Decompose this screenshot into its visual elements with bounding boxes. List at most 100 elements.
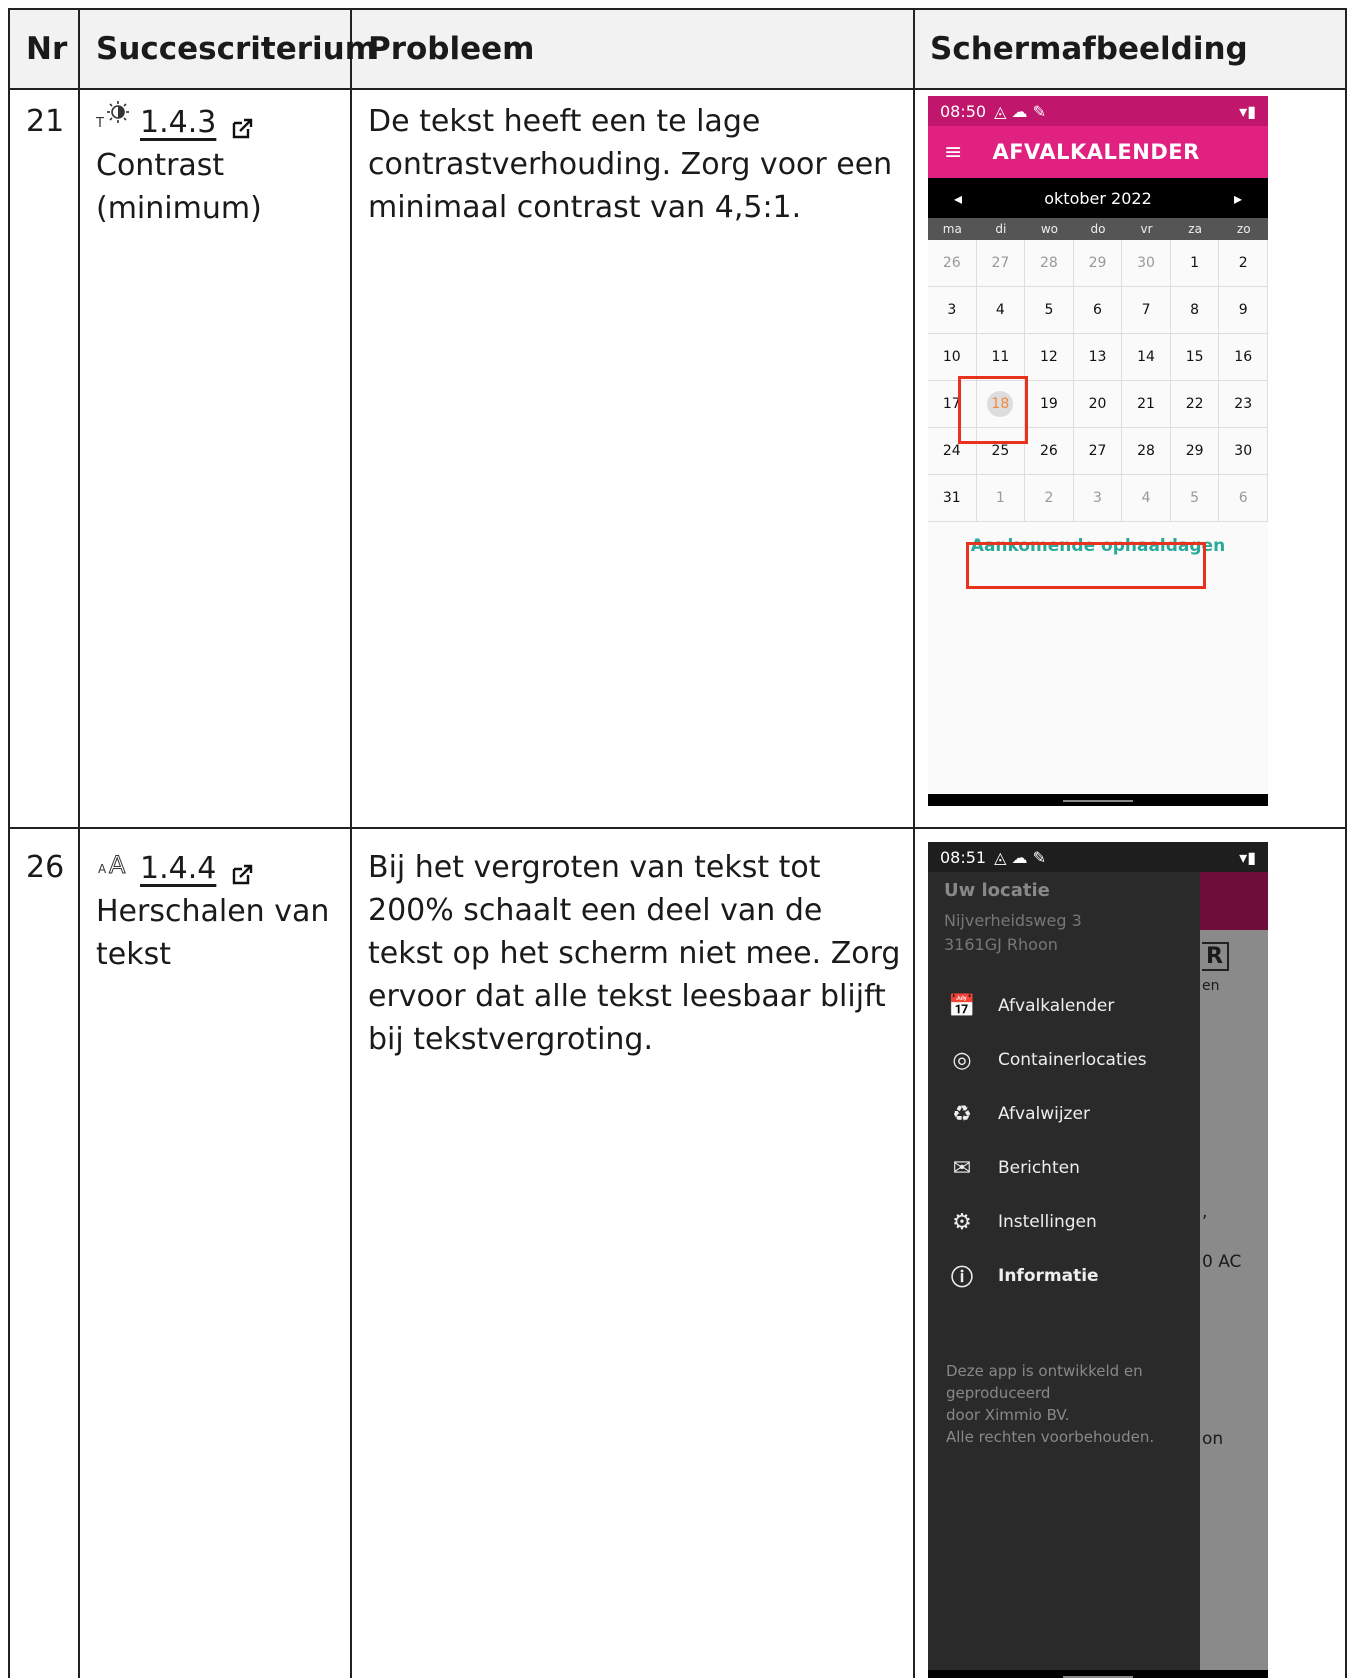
calendar-day[interactable]: 13 [1073,334,1123,381]
navigation-drawer: Uw locatie Nijverheidsweg 3 3161GJ Rhoon… [928,872,1200,1670]
system-nav-bar [928,1670,1268,1678]
calendar-day[interactable]: 3 [1073,475,1123,522]
calendar-day[interactable]: 16 [1219,334,1268,381]
text-resize-icon: AA [96,846,130,890]
calendar-day[interactable]: 23 [1219,381,1268,428]
status-icons: ◬ ☁ ✎ [994,101,1046,121]
calendar-day[interactable]: 30 [1219,428,1268,475]
drawer-item-label: Berichten [998,1158,1080,1178]
status-bar: 08:51 ◬ ☁ ✎ ▾▮ [928,842,1268,872]
svg-text:T: T [96,116,104,130]
calendar-day[interactable]: 29 [1170,428,1220,475]
weekday-label: vr [1140,222,1153,236]
criterion-name: Contrast [96,148,225,183]
external-link-icon[interactable] [230,856,254,885]
calendar-day[interactable]: 6 [1073,287,1123,334]
calendar-day[interactable]: 27 [976,240,1026,287]
menu-icon[interactable]: ≡ [944,140,962,165]
mail-icon: ✉ [952,1155,972,1181]
calendar-day[interactable]: 1 [1170,240,1220,287]
calendar-day[interactable]: 9 [1219,287,1268,334]
recycle-icon: ♻ [952,1101,972,1127]
calendar-day[interactable]: 31 [928,475,977,522]
weekday-row: ma di wo do vr za zo [928,218,1268,240]
prev-month-icon[interactable]: ◂ [954,189,962,208]
accessibility-issues-table: Nr Succescriterium Probleem Schermafbeel… [8,8,1347,1678]
calendar-day[interactable]: 27 [1073,428,1123,475]
calendar-day[interactable]: 4 [976,287,1026,334]
calendar-day[interactable]: 3 [928,287,977,334]
calendar-day[interactable]: 26 [1025,428,1074,475]
drawer-address: Nijverheidsweg 3 3161GJ Rhoon [944,911,1082,954]
screenshot-afvalkalender: 08:50 ◬ ☁ ✎ ▾▮ ≡ AFVALKALENDER ◂ oktober … [928,96,1268,806]
app-bar: ≡ AFVALKALENDER [928,126,1268,178]
calendar-day[interactable]: 21 [1122,381,1171,428]
problem-text: Bij het vergroten van tekst tot 200% sch… [368,850,901,1057]
calendar-day[interactable]: 28 [1025,240,1074,287]
calendar-day[interactable]: 30 [1122,240,1171,287]
header-problem: Probleem [368,31,535,67]
drawer-item-afvalwijzer[interactable]: ♻ Afvalwijzer [928,1087,1200,1141]
calendar-day[interactable]: 26 [928,240,977,287]
calendar-day[interactable]: 20 [1073,381,1123,428]
svg-text:A: A [109,851,126,876]
drawer-footer: Deze app is ontwikkeld en geproduceerd d… [946,1362,1155,1446]
calendar-day[interactable]: 7 [1122,287,1171,334]
month-label: oktober 2022 [1044,188,1152,208]
calendar-day[interactable]: 5 [1170,475,1220,522]
external-link-icon[interactable] [230,110,254,139]
wifi-battery-icon: ▾▮ [1239,101,1256,121]
calendar-day[interactable]: 11 [976,334,1026,381]
calendar-day[interactable]: 19 [1025,381,1074,428]
drawer-item-berichten[interactable]: ✉ Berichten [928,1141,1200,1195]
system-nav-bar [928,794,1268,806]
issue-highlight-box [966,542,1206,589]
gear-icon: ⚙ [952,1209,972,1235]
column-divider [913,10,915,1678]
calendar-day[interactable]: 5 [1025,287,1074,334]
calendar-icon: 📅 [948,993,976,1019]
drawer-title: Uw locatie [944,880,1050,901]
calendar-day[interactable]: 29 [1073,240,1123,287]
column-divider [350,10,352,1678]
drawer-item-containerlocaties[interactable]: ◎ Containerlocaties [928,1033,1200,1087]
weekday-label: za [1188,222,1202,236]
calendar-day[interactable]: 28 [1122,428,1171,475]
criterion-link-1-4-4[interactable]: 1.4.4 [140,847,216,890]
screenshot-navigation-drawer: 08:51 ◬ ☁ ✎ ▾▮ R en , 0 AC on Uw locatie … [928,842,1268,1678]
header-criterion: Succescriterium [96,31,378,67]
weekday-label: do [1090,222,1106,236]
drawer-item-instellingen[interactable]: ⚙ Instellingen [928,1195,1200,1249]
calendar-day[interactable]: 4 [1122,475,1171,522]
next-month-icon[interactable]: ▸ [1234,189,1242,208]
weekday-label: ma [942,222,962,236]
calendar-day[interactable]: 14 [1122,334,1171,381]
drawer-item-label: Instellingen [998,1212,1097,1232]
calendar-day[interactable]: 1 [976,475,1026,522]
drawer-item-informatie[interactable]: ⓘ Informatie [928,1249,1200,1303]
drawer-item-label: Containerlocaties [998,1050,1147,1070]
calendar-day[interactable]: 8 [1170,287,1220,334]
column-divider [78,10,80,1678]
svg-text:A: A [98,862,107,876]
drawer-item-afvalkalender[interactable]: 📅 Afvalkalender [928,979,1200,1033]
header-nr: Nr [26,31,68,67]
row-number: 21 [26,104,65,139]
status-icons: ◬ ☁ ✎ [994,847,1046,867]
status-time: 08:50 [940,101,987,121]
calendar-day[interactable]: 15 [1170,334,1220,381]
calendar-day[interactable]: 10 [928,334,977,381]
criterion-link-1-4-3[interactable]: 1.4.3 [140,101,216,144]
criterion-name: Herschalen van [96,894,330,929]
problem-text: De tekst heeft een te lage contrastverho… [368,104,893,225]
calendar-day[interactable]: 6 [1219,475,1268,522]
criterion-name: (minimum) [96,191,262,226]
calendar-day[interactable]: 2 [1219,240,1268,287]
drawer-menu: 📅 Afvalkalender ◎ Containerlocaties ♻ Afvalwi… [928,979,1200,1303]
calendar-day[interactable]: 2 [1025,475,1074,522]
status-bar: 08:50 ◬ ☁ ✎ ▾▮ [928,96,1268,126]
calendar-day[interactable]: 22 [1170,381,1220,428]
weekday-label: wo [1040,222,1058,236]
app-title: AFVALKALENDER [992,140,1200,164]
calendar-day[interactable]: 12 [1025,334,1074,381]
